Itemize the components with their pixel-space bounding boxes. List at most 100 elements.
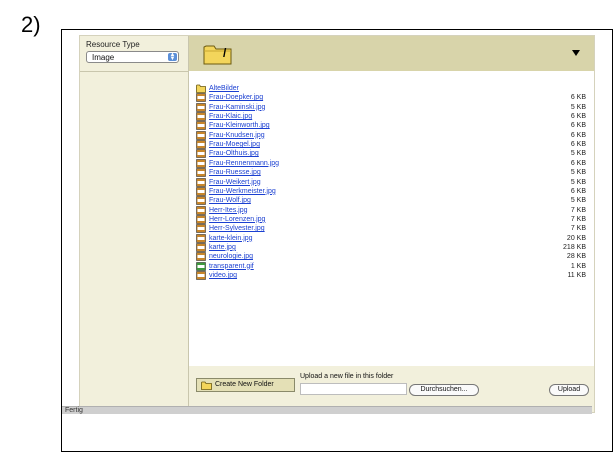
file-size: 5 KB bbox=[570, 103, 586, 111]
jpg-file-icon bbox=[196, 158, 206, 168]
file-item[interactable]: Frau-Kaminski.jpg 5 KB bbox=[196, 102, 586, 112]
folder-item[interactable]: AlteBilder bbox=[196, 84, 586, 93]
file-size: 6 KB bbox=[570, 141, 586, 149]
current-path: / bbox=[223, 46, 227, 60]
jpg-file-icon bbox=[196, 215, 206, 224]
file-size: 7 KB bbox=[570, 215, 586, 223]
jpg-file-icon bbox=[196, 130, 206, 140]
file-item[interactable]: video.jpg 11 KB bbox=[196, 271, 586, 280]
file-name-link[interactable]: neurologie.jpg bbox=[209, 252, 253, 261]
file-size: 5 KB bbox=[570, 150, 586, 158]
create-new-folder-label: Create New Folder bbox=[215, 381, 274, 388]
step-label: 2) bbox=[21, 12, 41, 37]
folder-icon bbox=[203, 45, 232, 65]
file-item[interactable]: karte.jpg 218 KB bbox=[196, 243, 586, 252]
resource-type-select[interactable]: Image ▲ ▼ bbox=[86, 51, 179, 63]
file-item[interactable]: Herr-Lorenzen.jpg 7 KB bbox=[196, 215, 586, 224]
file-size: 20 KB bbox=[566, 234, 586, 242]
jpg-file-icon bbox=[196, 252, 206, 262]
file-name-link[interactable]: Frau-Kaminski.jpg bbox=[209, 103, 265, 112]
file-item[interactable]: Frau-Klaic.jpg 6 KB bbox=[196, 112, 586, 121]
file-item[interactable]: Frau-Ruesse.jpg 5 KB bbox=[196, 168, 586, 177]
file-name-link[interactable]: Frau-Klaic.jpg bbox=[209, 112, 252, 121]
jpg-file-icon bbox=[196, 121, 206, 131]
file-name-link[interactable]: Herr-Sylvester.jpg bbox=[209, 224, 265, 233]
file-name-link[interactable]: Frau-Knudsen.jpg bbox=[209, 131, 265, 140]
select-stepper-icon: ▲ ▼ bbox=[168, 52, 177, 62]
file-item[interactable]: Frau-Olthuis.jpg 5 KB bbox=[196, 149, 586, 159]
file-name-link[interactable]: Frau-Kleinworth.jpg bbox=[209, 121, 270, 130]
file-name-link[interactable]: karte.jpg bbox=[209, 243, 236, 252]
file-size: 6 KB bbox=[570, 159, 586, 167]
file-item[interactable]: neurologie.jpg 28 KB bbox=[196, 252, 586, 262]
file-size: 7 KB bbox=[570, 225, 586, 233]
jpg-file-icon bbox=[196, 177, 206, 187]
file-size: 6 KB bbox=[570, 187, 586, 195]
file-name-link[interactable]: Frau-Ruesse.jpg bbox=[209, 168, 261, 177]
file-name-link[interactable]: Frau-Werkmeister.jpg bbox=[209, 187, 276, 196]
sidebar: Resource Type Image ▲ ▼ bbox=[80, 36, 189, 408]
jpg-file-icon bbox=[196, 93, 206, 103]
file-item[interactable]: Frau-Moegel.jpg 6 KB bbox=[196, 140, 586, 149]
file-item[interactable]: Frau-Rennenmann.jpg 6 KB bbox=[196, 158, 586, 168]
file-name-link[interactable]: Frau-Weikert.jpg bbox=[209, 178, 261, 187]
file-name-link[interactable]: AlteBilder bbox=[209, 84, 239, 93]
resource-type-label: Resource Type bbox=[86, 40, 140, 49]
bottom-bar: Create New Folder Upload a new file in t… bbox=[189, 366, 594, 408]
jpg-file-icon bbox=[196, 187, 206, 196]
file-size: 218 KB bbox=[563, 243, 586, 251]
file-list: AlteBilder Frau-Doepker.jpg 6 KB Frau-Kamin… bbox=[189, 71, 594, 367]
file-name-link[interactable]: Herr-Ites.jpg bbox=[209, 206, 248, 215]
gif-file-icon bbox=[196, 261, 206, 271]
file-name-link[interactable]: Frau-Rennenmann.jpg bbox=[209, 159, 279, 168]
browse-button[interactable]: Durchsuchen... bbox=[409, 384, 479, 396]
file-name-link[interactable]: Frau-Wolf.jpg bbox=[209, 196, 251, 205]
resource-type-panel: Resource Type Image ▲ ▼ bbox=[80, 36, 188, 72]
file-size: 5 KB bbox=[570, 178, 586, 186]
file-item[interactable]: Frau-Wolf.jpg 5 KB bbox=[196, 196, 586, 205]
file-name-link[interactable]: Frau-Doepker.jpg bbox=[209, 93, 263, 102]
jpg-file-icon bbox=[196, 233, 206, 243]
file-name-link[interactable]: Frau-Olthuis.jpg bbox=[209, 149, 259, 158]
file-size: 6 KB bbox=[570, 94, 586, 102]
file-size: 5 KB bbox=[570, 197, 586, 205]
file-item[interactable]: Frau-Werkmeister.jpg 6 KB bbox=[196, 187, 586, 196]
jpg-file-icon bbox=[196, 102, 206, 112]
file-item[interactable]: Herr-Ites.jpg 7 KB bbox=[196, 205, 586, 215]
create-new-folder-button[interactable]: Create New Folder bbox=[196, 378, 295, 392]
file-item[interactable]: Herr-Sylvester.jpg 7 KB bbox=[196, 224, 586, 234]
jpg-file-icon bbox=[196, 149, 206, 159]
file-size: 5 KB bbox=[570, 169, 586, 177]
triangle-down-icon[interactable] bbox=[572, 50, 580, 56]
jpg-file-icon bbox=[196, 140, 206, 149]
jpg-file-icon bbox=[196, 224, 206, 234]
resource-type-value: Image bbox=[92, 53, 115, 62]
file-size: 6 KB bbox=[570, 122, 586, 130]
file-item[interactable]: karte-klein.jpg 20 KB bbox=[196, 233, 586, 243]
status-bar: Fertig bbox=[62, 406, 592, 414]
jpg-file-icon bbox=[196, 196, 206, 205]
file-item[interactable]: Frau-Doepker.jpg 6 KB bbox=[196, 93, 586, 103]
file-name-link[interactable]: video.jpg bbox=[209, 271, 237, 280]
file-size: 6 KB bbox=[570, 113, 586, 121]
file-name-link[interactable]: karte-klein.jpg bbox=[209, 234, 253, 243]
upload-button[interactable]: Upload bbox=[549, 384, 589, 396]
jpg-file-icon bbox=[196, 205, 206, 215]
upload-file-field[interactable] bbox=[300, 383, 407, 395]
file-item[interactable]: transparent.gif 1 KB bbox=[196, 261, 586, 271]
file-size: 11 KB bbox=[567, 272, 586, 279]
folder-icon bbox=[201, 381, 212, 390]
file-item[interactable]: Frau-Knudsen.jpg 6 KB bbox=[196, 130, 586, 140]
file-item[interactable]: Frau-Weikert.jpg 5 KB bbox=[196, 177, 586, 187]
jpg-file-icon bbox=[196, 243, 206, 252]
file-name-link[interactable]: Frau-Moegel.jpg bbox=[209, 140, 260, 149]
file-size: 6 KB bbox=[570, 131, 586, 139]
path-bar: / bbox=[189, 36, 594, 72]
folder-icon bbox=[196, 84, 206, 93]
file-size: 1 KB bbox=[570, 262, 586, 270]
file-item[interactable]: Frau-Kleinworth.jpg 6 KB bbox=[196, 121, 586, 131]
upload-label: Upload a new file in this folder bbox=[300, 373, 394, 380]
file-name-link[interactable]: transparent.gif bbox=[209, 262, 254, 271]
file-name-link[interactable]: Herr-Lorenzen.jpg bbox=[209, 215, 265, 224]
jpg-file-icon bbox=[196, 112, 206, 121]
